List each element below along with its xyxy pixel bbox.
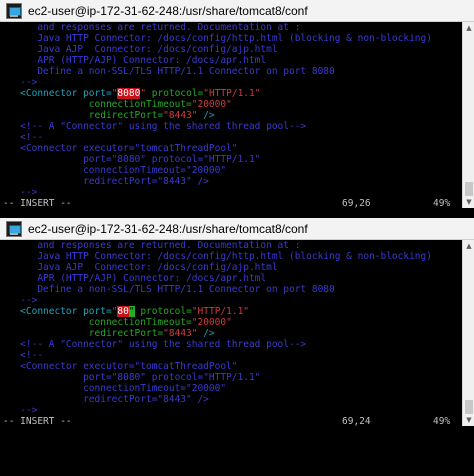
- port-value-highlight: 80: [117, 306, 129, 317]
- window-title: ec2-user@ip-172-31-62-248:/usr/share/tom…: [28, 221, 308, 236]
- scroll-up-icon[interactable]: ▲: [463, 22, 474, 34]
- vim-mode-indicator: -- INSERT --: [3, 198, 72, 209]
- protocol-value: "HTTP/1.1": [191, 306, 250, 317]
- window-title: ec2-user@ip-172-31-62-248:/usr/share/tom…: [28, 3, 308, 18]
- scrollbar-thumb[interactable]: [465, 182, 473, 196]
- cursor-position: 69,26: [342, 198, 371, 209]
- comment-line: APR (HTTP/AJP) Connector: /docs/apr.html: [3, 273, 267, 284]
- comment-line: -->: [3, 295, 38, 306]
- comment-line: -->: [3, 405, 38, 412]
- comment-line: <Connector executor="tomcatThreadPool": [3, 361, 238, 372]
- timeout-attr: connectionTimeout=: [88, 99, 192, 110]
- comment-line: port="8080" protocol="HTTP/1.1": [3, 154, 261, 165]
- terminal-window-bottom[interactable]: ec2-user@ip-172-31-62-248:/usr/share/tom…: [0, 218, 474, 436]
- comment-line: Java HTTP Connector: /docs/config/http.h…: [3, 251, 432, 262]
- terminal-app-icon: [6, 220, 22, 237]
- comment-line: connectionTimeout="20000": [3, 383, 227, 394]
- redirect-value: "8443": [163, 110, 198, 121]
- comment-line: Java AJP Connector: /docs/config/ajp.htm…: [3, 44, 278, 55]
- timeout-attr: connectionTimeout=: [88, 317, 192, 328]
- timeout-line: connectionTimeout="20000": [3, 317, 462, 328]
- terminal-window-top[interactable]: ec2-user@ip-172-31-62-248:/usr/share/tom…: [0, 0, 474, 218]
- scroll-down-icon[interactable]: ▼: [463, 414, 474, 426]
- cursor-position: 69,24: [342, 416, 371, 427]
- connector-tag: <Connector port=: [20, 88, 112, 99]
- protocol-value: "HTTP/1.1": [203, 88, 261, 99]
- scroll-percent: 49%: [433, 198, 451, 209]
- scroll-down-icon[interactable]: ▼: [463, 196, 474, 208]
- vertical-scrollbar[interactable]: ▲ ▼: [462, 240, 474, 426]
- redirect-attr: redirectPort=: [88, 328, 164, 339]
- comment-line: and responses are returned. Documentatio…: [3, 240, 301, 251]
- comment-line: Java HTTP Connector: /docs/config/http.h…: [3, 33, 432, 44]
- timeout-value: "20000": [191, 317, 232, 328]
- comment-line: Java AJP Connector: /docs/config/ajp.htm…: [3, 262, 278, 273]
- tag-close: />: [197, 328, 215, 339]
- comment-line: redirectPort="8443" />: [3, 394, 209, 405]
- scroll-percent: 49%: [433, 416, 451, 427]
- vertical-scrollbar[interactable]: ▲ ▼: [462, 22, 474, 208]
- comment-line: <!-- A "Connector" using the shared thre…: [3, 339, 307, 350]
- redirect-value: "8443": [163, 328, 198, 339]
- redirect-attr: redirectPort=: [88, 110, 164, 121]
- vim-status-line: -- INSERT -- 69,26 49%: [0, 198, 462, 210]
- comment-line: <!--: [3, 350, 44, 361]
- scrollbar-thumb[interactable]: [465, 400, 473, 414]
- scroll-up-icon[interactable]: ▲: [463, 240, 474, 252]
- comment-line: Define a non-SSL/TLS HTTP/1.1 Connector …: [3, 284, 335, 295]
- protocol-attr: protocol=: [134, 306, 192, 317]
- connector-line: <Connector port="8080" protocol="HTTP/1.…: [3, 88, 462, 99]
- comment-line: <Connector executor="tomcatThreadPool": [3, 143, 238, 154]
- redirect-line: redirectPort="8443" />: [3, 110, 462, 121]
- timeout-line: connectionTimeout="20000": [3, 99, 462, 110]
- redirect-line: redirectPort="8443" />: [3, 328, 462, 339]
- window-titlebar[interactable]: ec2-user@ip-172-31-62-248:/usr/share/tom…: [0, 218, 474, 240]
- comment-line: -->: [3, 77, 38, 88]
- comment-line: <!-- A "Connector" using the shared thre…: [3, 121, 307, 132]
- tag-close: />: [197, 110, 215, 121]
- terminal-text-area[interactable]: and responses are returned. Documentatio…: [0, 240, 462, 412]
- comment-line: <!--: [3, 132, 44, 143]
- timeout-value: "20000": [191, 99, 232, 110]
- vim-status-line: -- INSERT -- 69,24 49%: [0, 416, 462, 428]
- comment-line: APR (HTTP/AJP) Connector: /docs/apr.html: [3, 55, 267, 66]
- vim-mode-indicator: -- INSERT --: [3, 416, 72, 427]
- comment-line: connectionTimeout="20000": [3, 165, 227, 176]
- port-value-highlight: 8080: [117, 88, 141, 99]
- terminal-text-area[interactable]: and responses are returned. Documentatio…: [0, 22, 462, 194]
- connector-line: <Connector port="80" protocol="HTTP/1.1": [3, 306, 462, 317]
- comment-line: port="8080" protocol="HTTP/1.1": [3, 372, 261, 383]
- connector-tag: <Connector port=: [20, 306, 112, 317]
- window-titlebar[interactable]: ec2-user@ip-172-31-62-248:/usr/share/tom…: [0, 0, 474, 22]
- comment-line: and responses are returned. Documentatio…: [3, 22, 301, 33]
- comment-line: redirectPort="8443" />: [3, 176, 209, 187]
- comment-line: -->: [3, 187, 38, 194]
- terminal-app-icon: [6, 2, 22, 19]
- protocol-attr: protocol=: [146, 88, 204, 99]
- comment-line: Define a non-SSL/TLS HTTP/1.1 Connector …: [3, 66, 335, 77]
